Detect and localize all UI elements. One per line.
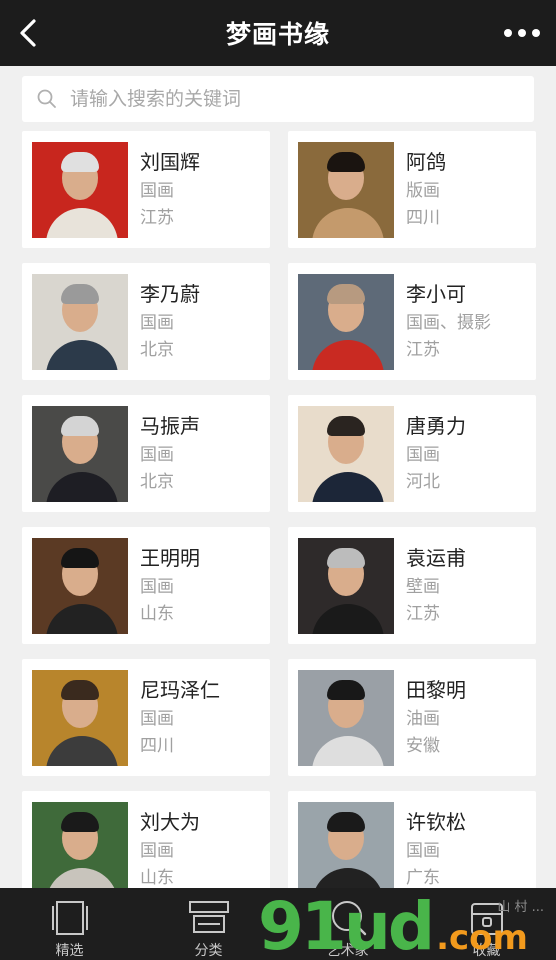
artist-region: 北京 — [140, 339, 174, 360]
more-options-button[interactable] — [500, 18, 544, 48]
artist-info: 袁运甫 壁画 江苏 — [406, 545, 466, 627]
top-bar: 梦画书缘 — [0, 0, 556, 66]
watermark-small: 山 村 ... — [497, 900, 544, 915]
artist-photo — [32, 141, 128, 238]
back-button[interactable] — [10, 14, 46, 52]
artist-info: 刘大为 国画 山东 — [140, 809, 200, 891]
artist-region: 江苏 — [406, 339, 440, 360]
artist-genre: 国画 — [140, 840, 174, 861]
artist-card[interactable]: 唐勇力 国画 河北 — [288, 395, 536, 512]
tab-label: 精选 — [55, 943, 84, 959]
artist-name: 李小可 — [406, 281, 466, 306]
tab-label: 分类 — [194, 943, 223, 959]
artist-card[interactable]: 王明明 国画 山东 — [22, 527, 270, 644]
artist-region: 山东 — [140, 603, 174, 624]
artist-card[interactable]: 李小可国画、摄影江苏 — [288, 263, 536, 380]
artist-region: 江苏 — [140, 207, 174, 228]
artist-card[interactable]: 李乃蔚 国画 北京 — [22, 263, 270, 380]
artist-genre: 国画 — [406, 444, 440, 465]
search-input[interactable] — [70, 79, 534, 119]
artist-photo — [298, 669, 394, 766]
artist-genre: 国画 — [140, 576, 174, 597]
artist-photo — [298, 537, 394, 634]
artist-name: 阿鸽 — [406, 149, 446, 174]
category-icon — [188, 901, 229, 933]
artist-photo — [32, 801, 128, 898]
artist-card[interactable]: 袁运甫 壁画 江苏 — [288, 527, 536, 644]
artist-region: 四川 — [140, 735, 174, 756]
page-title: 梦画书缘 — [225, 20, 330, 49]
artist-photo — [298, 273, 394, 370]
artist-card[interactable]: 田黎明 油画 安徽 — [288, 659, 536, 776]
artist-info: 田黎明 油画 安徽 — [406, 677, 466, 759]
tab-featured[interactable]: 精选 — [0, 888, 139, 960]
artist-genre: 油画 — [406, 708, 440, 729]
search-bar[interactable] — [22, 76, 534, 122]
artist-card[interactable]: 尼玛泽仁 国画 四川 — [22, 659, 270, 776]
artist-name: 马振声 — [140, 413, 200, 438]
artist-name: 王明明 — [140, 545, 200, 570]
artist-name: 李乃蔚 — [140, 281, 200, 306]
artist-photo — [32, 273, 128, 370]
artist-card[interactable]: 刘国辉 国画 江苏 — [22, 131, 270, 248]
artist-genre: 国画 — [140, 444, 174, 465]
watermark: 91ud .com 山 村 ... — [258, 888, 556, 960]
watermark-suffix: .com — [436, 918, 528, 958]
artist-genre: 国画 — [140, 312, 174, 333]
artist-name: 田黎明 — [406, 677, 466, 702]
artist-photo — [32, 669, 128, 766]
artist-grid: 刘国辉 国画 江苏 阿鸽 版画 四川 李乃蔚 国画 北京 李小可 国画、摄影 江苏 马振声 国画 北京 唐勇力… — [22, 131, 536, 908]
search-icon — [37, 89, 56, 108]
artist-name: 刘大为 — [140, 809, 200, 834]
artist-region: 江苏 — [406, 603, 440, 624]
artist-region: 广东 — [406, 867, 440, 888]
featured-icon — [51, 901, 88, 935]
artist-name: 唐勇力 — [406, 413, 466, 438]
artist-photo — [298, 141, 394, 238]
artist-genre: 国画、摄影 — [406, 312, 491, 333]
artist-info: 马振声 国画 北京 — [140, 413, 200, 495]
artist-info: 李乃蔚 国画 北京 — [140, 281, 200, 363]
artist-region: 河北 — [406, 471, 440, 492]
artist-photo — [298, 405, 394, 502]
more-dot-icon — [518, 29, 526, 37]
artist-photo — [298, 801, 394, 898]
artist-card[interactable]: 阿鸽 版画 四川 — [288, 131, 536, 248]
artist-info: 李小可国画、摄影江苏 — [406, 281, 491, 363]
artist-name: 尼玛泽仁 — [140, 677, 220, 702]
artist-genre: 国画 — [406, 840, 440, 861]
artist-genre: 版画 — [406, 180, 440, 201]
artist-name: 刘国辉 — [140, 149, 200, 174]
artist-info: 尼玛泽仁 国画 四川 — [140, 677, 220, 759]
artist-genre: 壁画 — [406, 576, 440, 597]
artist-region: 安徽 — [406, 735, 440, 756]
artist-info: 王明明 国画 山东 — [140, 545, 200, 627]
more-dot-icon — [504, 29, 512, 37]
artist-genre: 国画 — [140, 708, 174, 729]
artist-card[interactable]: 马振声 国画 北京 — [22, 395, 270, 512]
artist-photo — [32, 405, 128, 502]
artist-info: 阿鸽 版画 四川 — [406, 149, 446, 231]
artist-name: 袁运甫 — [406, 545, 466, 570]
artist-info: 许钦松 国画 广东 — [406, 809, 466, 891]
watermark-main: 91ud — [258, 888, 435, 960]
artist-name: 许钦松 — [406, 809, 466, 834]
artist-genre: 国画 — [140, 180, 174, 201]
artist-photo — [32, 537, 128, 634]
artist-region: 北京 — [140, 471, 174, 492]
back-arrow-icon — [20, 19, 36, 47]
artist-info: 刘国辉 国画 江苏 — [140, 149, 200, 231]
more-dot-icon — [532, 29, 540, 37]
artist-region: 山东 — [140, 867, 174, 888]
artist-region: 四川 — [406, 207, 440, 228]
artist-info: 唐勇力 国画 河北 — [406, 413, 466, 495]
